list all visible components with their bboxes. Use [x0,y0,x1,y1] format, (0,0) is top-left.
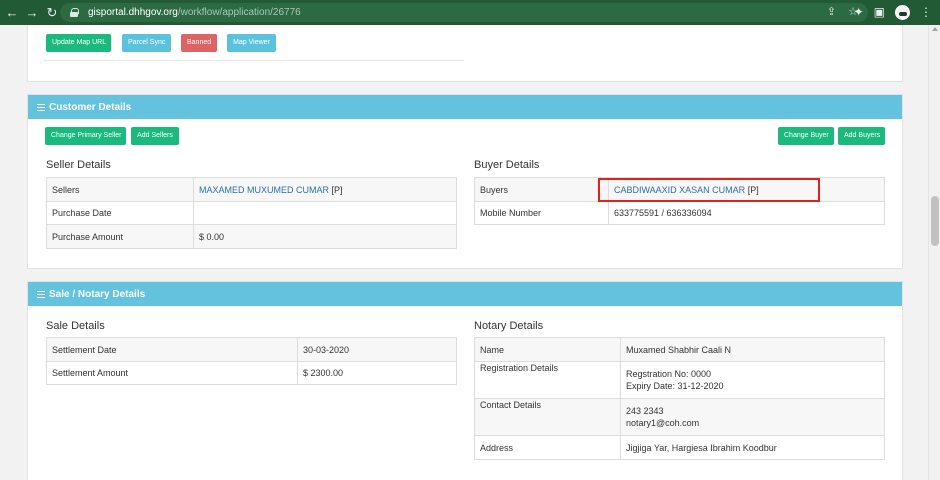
purchase-amount-label: Purchase Amount [46,224,194,249]
url-host: gisportal.dhhgov.org [88,7,178,18]
sellers-value: MAXAMED MUXUMED CUMAR [P] [193,177,457,202]
settlement-date-value: 30-03-2020 [297,337,457,362]
contact-phone: 243 2343 [626,406,664,416]
list-icon [37,103,45,111]
expiry-date: Expiry Date: 31-12-2020 [626,381,724,391]
reload-icon[interactable]: ↻ [44,5,60,21]
highlight-annotation [598,178,820,202]
back-arrow-icon[interactable]: ← [4,5,20,21]
table-row: Mobile Number 633775591 / 636336094 [474,201,885,225]
table-row: Registration Details Regstration No: 000… [474,361,885,399]
browser-toolbar: ← → ↻ gisportal.dhhgov.org/workflow/appl… [0,0,940,25]
map-viewer-button[interactable]: Map Viewer [227,34,276,52]
map-actions-card: Update Map URL Parcel Sync Banned Map Vi… [27,25,903,82]
table-row: Settlement Date 30-03-2020 [46,337,457,362]
purchase-date-label: Purchase Date [46,201,194,225]
list-icon [37,290,45,298]
vertical-scrollbar[interactable] [928,25,940,480]
url-path: /workflow/application/26776 [177,7,301,18]
share-icon[interactable]: ⇪ [827,5,836,20]
sale-details-title: Sale Details [46,320,105,332]
contact-details-value: 243 2343 notary1@coh.com [620,398,885,436]
purchase-amount-value: $ 0.00 [193,224,457,249]
registration-details-label: Registration Details [474,361,621,399]
table-row: Name Muxamed Shabhir Caali N [474,337,885,362]
seller-primary-tag: [P] [331,184,343,195]
contact-email: notary1@coh.com [626,418,700,428]
registration-number: Regstration No: 0000 [626,369,712,379]
notary-details-title: Notary Details [474,320,544,332]
notary-name-label: Name [474,337,621,362]
menu-icon[interactable]: ⋮ [920,4,932,20]
divider [44,60,464,61]
page-content: Update Map URL Parcel Sync Banned Map Vi… [0,25,928,480]
table-row: Address Jigjiga Yar, Hargiesa Ibrahim Ko… [474,435,885,460]
sellers-label: Sellers [46,177,194,202]
settlement-amount-label: Settlement Amount [46,361,298,385]
url-text[interactable]: gisportal.dhhgov.org/workflow/applicatio… [88,7,301,18]
sale-details-table: Settlement Date 30-03-2020 Settlement Am… [46,337,457,385]
address-bar[interactable]: gisportal.dhhgov.org/workflow/applicatio… [60,3,868,22]
profile-avatar[interactable] [895,4,910,20]
scroll-up-arrow-icon[interactable] [932,27,938,31]
table-row: Sellers MAXAMED MUXUMED CUMAR [P] [46,177,457,202]
table-row: Purchase Amount $ 0.00 [46,224,457,249]
purchase-date-value [193,201,457,225]
sale-notary-details-header: Sale / Notary Details [28,282,902,306]
parcel-sync-button[interactable]: Parcel Sync [122,34,171,52]
seller-details-table: Sellers MAXAMED MUXUMED CUMAR [P] Purcha… [46,177,457,249]
registration-details-value: Regstration No: 0000 Expiry Date: 31-12-2… [620,361,885,399]
table-row: Settlement Amount $ 2300.00 [46,361,457,385]
sidebar-icon[interactable]: ▣ [874,4,885,20]
banned-button[interactable]: Banned [181,34,217,52]
add-buyers-button[interactable]: Add Buyers [838,127,885,145]
add-sellers-button[interactable]: Add Sellers [131,127,179,145]
notary-name-value: Muxamed Shabhir Caali N [620,337,885,362]
change-primary-seller-button[interactable]: Change Primary Seller [45,127,126,145]
buyers-label: Buyers [474,177,609,202]
lock-icon[interactable] [70,8,79,17]
mobile-number-value: 633775591 / 636336094 [608,201,885,225]
address-value: Jigjiga Yar, Hargiesa Ibrahim Koodbur [620,435,885,460]
change-buyer-button[interactable]: Change Buyer [778,127,834,145]
notary-details-table: Name Muxamed Shabhir Caali N Registratio… [474,337,885,460]
customer-details-header: Customer Details [28,95,902,119]
contact-details-label: Contact Details [474,398,621,436]
settlement-amount-value: $ 2300.00 [297,361,457,385]
sale-notary-details-title: Sale / Notary Details [49,288,146,300]
table-row: Purchase Date [46,201,457,225]
buyer-details-title: Buyer Details [474,159,540,171]
extension-icon[interactable]: ✦ [854,4,864,20]
settlement-date-label: Settlement Date [46,337,298,362]
mobile-number-label: Mobile Number [474,201,609,225]
scrollbar-thumb[interactable] [931,196,939,246]
seller-details-title: Seller Details [46,159,111,171]
customer-details-card: Customer Details Change Primary Seller A… [27,94,903,269]
forward-arrow-icon[interactable]: → [24,5,40,21]
table-row: Contact Details 243 2343 notary1@coh.com [474,398,885,436]
seller-name-link[interactable]: MAXAMED MUXUMED CUMAR [199,185,329,195]
update-map-url-button[interactable]: Update Map URL [46,34,111,52]
sale-notary-details-card: Sale / Notary Details Sale Details Settl… [27,281,903,480]
address-label: Address [474,435,621,460]
customer-details-title: Customer Details [49,101,132,113]
